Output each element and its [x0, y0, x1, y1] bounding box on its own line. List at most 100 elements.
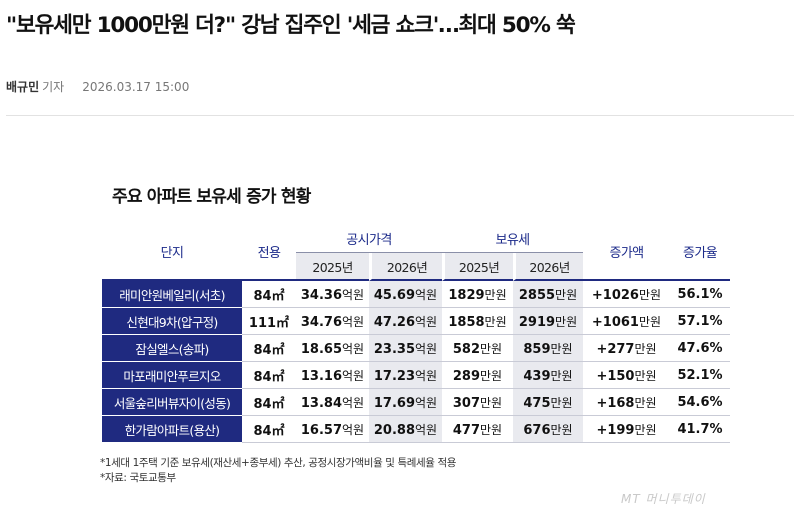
area-cell-value: 84㎡: [253, 342, 285, 358]
header-increase-rate: 증가율: [670, 224, 730, 281]
complex-name-cell: 한가람아파트(용산): [102, 416, 242, 443]
author-name[interactable]: 배규민: [6, 80, 39, 94]
infographic-title: 주요 아파트 보유세 증가 현황: [112, 187, 311, 207]
price-2026-cell-value: 23.35: [373, 341, 416, 357]
header-area: 전용: [242, 224, 296, 281]
tax-2026-cell: 859만원: [513, 335, 583, 362]
header-price-2026: 2026년: [369, 253, 442, 281]
header-tax-2026: 2026년: [513, 253, 583, 281]
price-2026-cell-unit: 억원: [415, 368, 438, 383]
table-row: 서울숲리버뷰자이(성동) 84㎡ 13.84억원 17.69억원 307만원 475만원 +…: [102, 389, 730, 416]
tax-2026-cell-value: 676: [523, 422, 551, 438]
tax-2025-cell: 289만원: [442, 362, 513, 389]
increase-amount-cell: +1061만원: [583, 308, 670, 335]
price-2025-cell-value: 13.84: [300, 395, 343, 411]
price-2026-cell: 17.69억원: [369, 389, 442, 416]
complex-name-cell: 래미안원베일리(서초): [102, 281, 242, 308]
increase-amount-cell-unit: 만원: [634, 395, 657, 410]
increase-amount-cell-value: +277: [596, 341, 635, 357]
area-cell: 84㎡: [242, 281, 296, 308]
price-2025-cell-value: 16.57: [300, 422, 343, 438]
complex-name-cell: 신현대9차(압구정): [102, 308, 242, 335]
tax-2025-cell-value: 289: [452, 368, 481, 384]
price-2026-cell-unit: 억원: [415, 314, 438, 329]
tax-2025-cell: 582만원: [442, 335, 513, 362]
price-2025-cell: 13.16억원: [296, 362, 369, 389]
price-2025-cell-unit: 억원: [342, 341, 365, 356]
price-2026-cell-unit: 억원: [415, 341, 438, 356]
area-cell-value: 111㎡: [248, 315, 290, 331]
increase-amount-cell-unit: 만원: [634, 341, 657, 356]
complex-name-cell-value: 래미안원베일리(서초): [119, 287, 225, 303]
tax-2025-cell-value: 477: [452, 422, 481, 438]
increase-rate-cell: 57.1%: [670, 308, 730, 335]
complex-name-cell-value: 한가람아파트(용산): [124, 422, 220, 438]
article-byline: 배규민 기자 2026.03.17 15:00: [6, 78, 189, 95]
increase-amount-cell: +1026만원: [583, 281, 670, 308]
tax-infographic: 주요 아파트 보유세 증가 현황 단지 전용 공시가격 보유세 증가액 증가율 …: [98, 160, 738, 506]
tax-2026-cell-unit: 만원: [550, 422, 573, 437]
area-cell: 84㎡: [242, 335, 296, 362]
price-2025-cell: 34.76억원: [296, 308, 369, 335]
area-cell: 84㎡: [242, 416, 296, 443]
increase-rate-cell-value: 41.7%: [677, 421, 723, 437]
table-row: 잠실엘스(송파) 84㎡ 18.65억원 23.35억원 582만원 859만원 +277만…: [102, 335, 730, 362]
note-basis: *1세대 1주택 기준 보유세(재산세+종부세) 추산, 공정시장가액비율 및 …: [100, 457, 456, 469]
complex-name-cell-value: 마포래미안푸르지오: [123, 368, 221, 384]
price-2025-cell-unit: 억원: [342, 287, 365, 302]
tax-2025-cell-unit: 만원: [480, 422, 503, 437]
price-2025-cell-unit: 억원: [342, 314, 365, 329]
area-cell-value: 84㎡: [253, 396, 285, 412]
price-2026-cell: 47.26억원: [369, 308, 442, 335]
tax-2025-cell-unit: 만원: [484, 287, 507, 302]
price-2026-cell-value: 45.69: [373, 287, 416, 303]
tax-2026-cell-unit: 만원: [550, 341, 573, 356]
header-tax-2025: 2025년: [442, 253, 513, 281]
tax-2026-cell-value: 2919: [518, 314, 556, 330]
area-cell-value: 84㎡: [253, 423, 285, 439]
tax-2026-cell-value: 439: [523, 368, 551, 384]
header-holding-tax: 보유세: [442, 224, 583, 253]
table-row: 신현대9차(압구정) 111㎡ 34.76억원 47.26억원 1858만원 2919만원…: [102, 308, 730, 335]
tax-2025-cell: 1858만원: [442, 308, 513, 335]
publish-datetime: 2026.03.17 15:00: [82, 80, 190, 94]
tax-2025-cell-value: 1858: [448, 314, 485, 330]
complex-name-cell-value: 신현대9차(압구정): [126, 314, 218, 330]
increase-amount-cell: +168만원: [583, 389, 670, 416]
tax-2026-cell: 439만원: [513, 362, 583, 389]
tax-2026-cell-value: 2855: [518, 287, 556, 303]
tax-2025-cell-unit: 만원: [480, 368, 503, 383]
price-2025-cell-value: 18.65: [300, 341, 343, 357]
increase-rate-cell-value: 57.1%: [677, 313, 723, 329]
increase-rate-cell-value: 54.6%: [677, 394, 723, 410]
header-increase-amount: 증가액: [583, 224, 670, 281]
price-2026-cell-value: 17.69: [373, 395, 416, 411]
price-2025-cell-value: 34.36: [300, 287, 343, 303]
area-cell: 111㎡: [242, 308, 296, 335]
tax-2025-cell: 1829만원: [442, 281, 513, 308]
tax-2026-cell: 2855만원: [513, 281, 583, 308]
increase-amount-cell-unit: 만원: [638, 287, 662, 302]
tax-2025-cell-unit: 만원: [480, 341, 503, 356]
table-notes: *1세대 1주택 기준 보유세(재산세+종부세) 추산, 공정시장가액비율 및 …: [100, 456, 456, 486]
area-cell: 84㎡: [242, 389, 296, 416]
area-cell-value: 84㎡: [253, 369, 285, 385]
increase-amount-cell-unit: 만원: [638, 314, 662, 329]
increase-amount-cell: +150만원: [583, 362, 670, 389]
price-2025-cell-unit: 억원: [342, 422, 365, 437]
price-2025-cell-value: 13.16: [300, 368, 343, 384]
increase-amount-cell-value: +150: [596, 368, 635, 384]
price-2026-cell-value: 47.26: [373, 314, 416, 330]
increase-amount-cell-unit: 만원: [634, 422, 657, 437]
price-2026-cell-value: 17.23: [373, 368, 416, 384]
price-2026-cell: 23.35억원: [369, 335, 442, 362]
price-2026-cell-unit: 억원: [415, 422, 438, 437]
price-2025-cell-unit: 억원: [342, 395, 365, 410]
price-2026-cell-value: 20.88: [373, 422, 416, 438]
complex-name-cell: 잠실엘스(송파): [102, 335, 242, 362]
area-cell: 84㎡: [242, 362, 296, 389]
table-row: 래미안원베일리(서초) 84㎡ 34.36억원 45.69억원 1829만원 2855만원…: [102, 281, 730, 308]
complex-name-cell: 서울숲리버뷰자이(성동): [102, 389, 242, 416]
increase-amount-cell-value: +199: [596, 422, 635, 438]
note-source: *자료: 국토교통부: [100, 472, 176, 484]
